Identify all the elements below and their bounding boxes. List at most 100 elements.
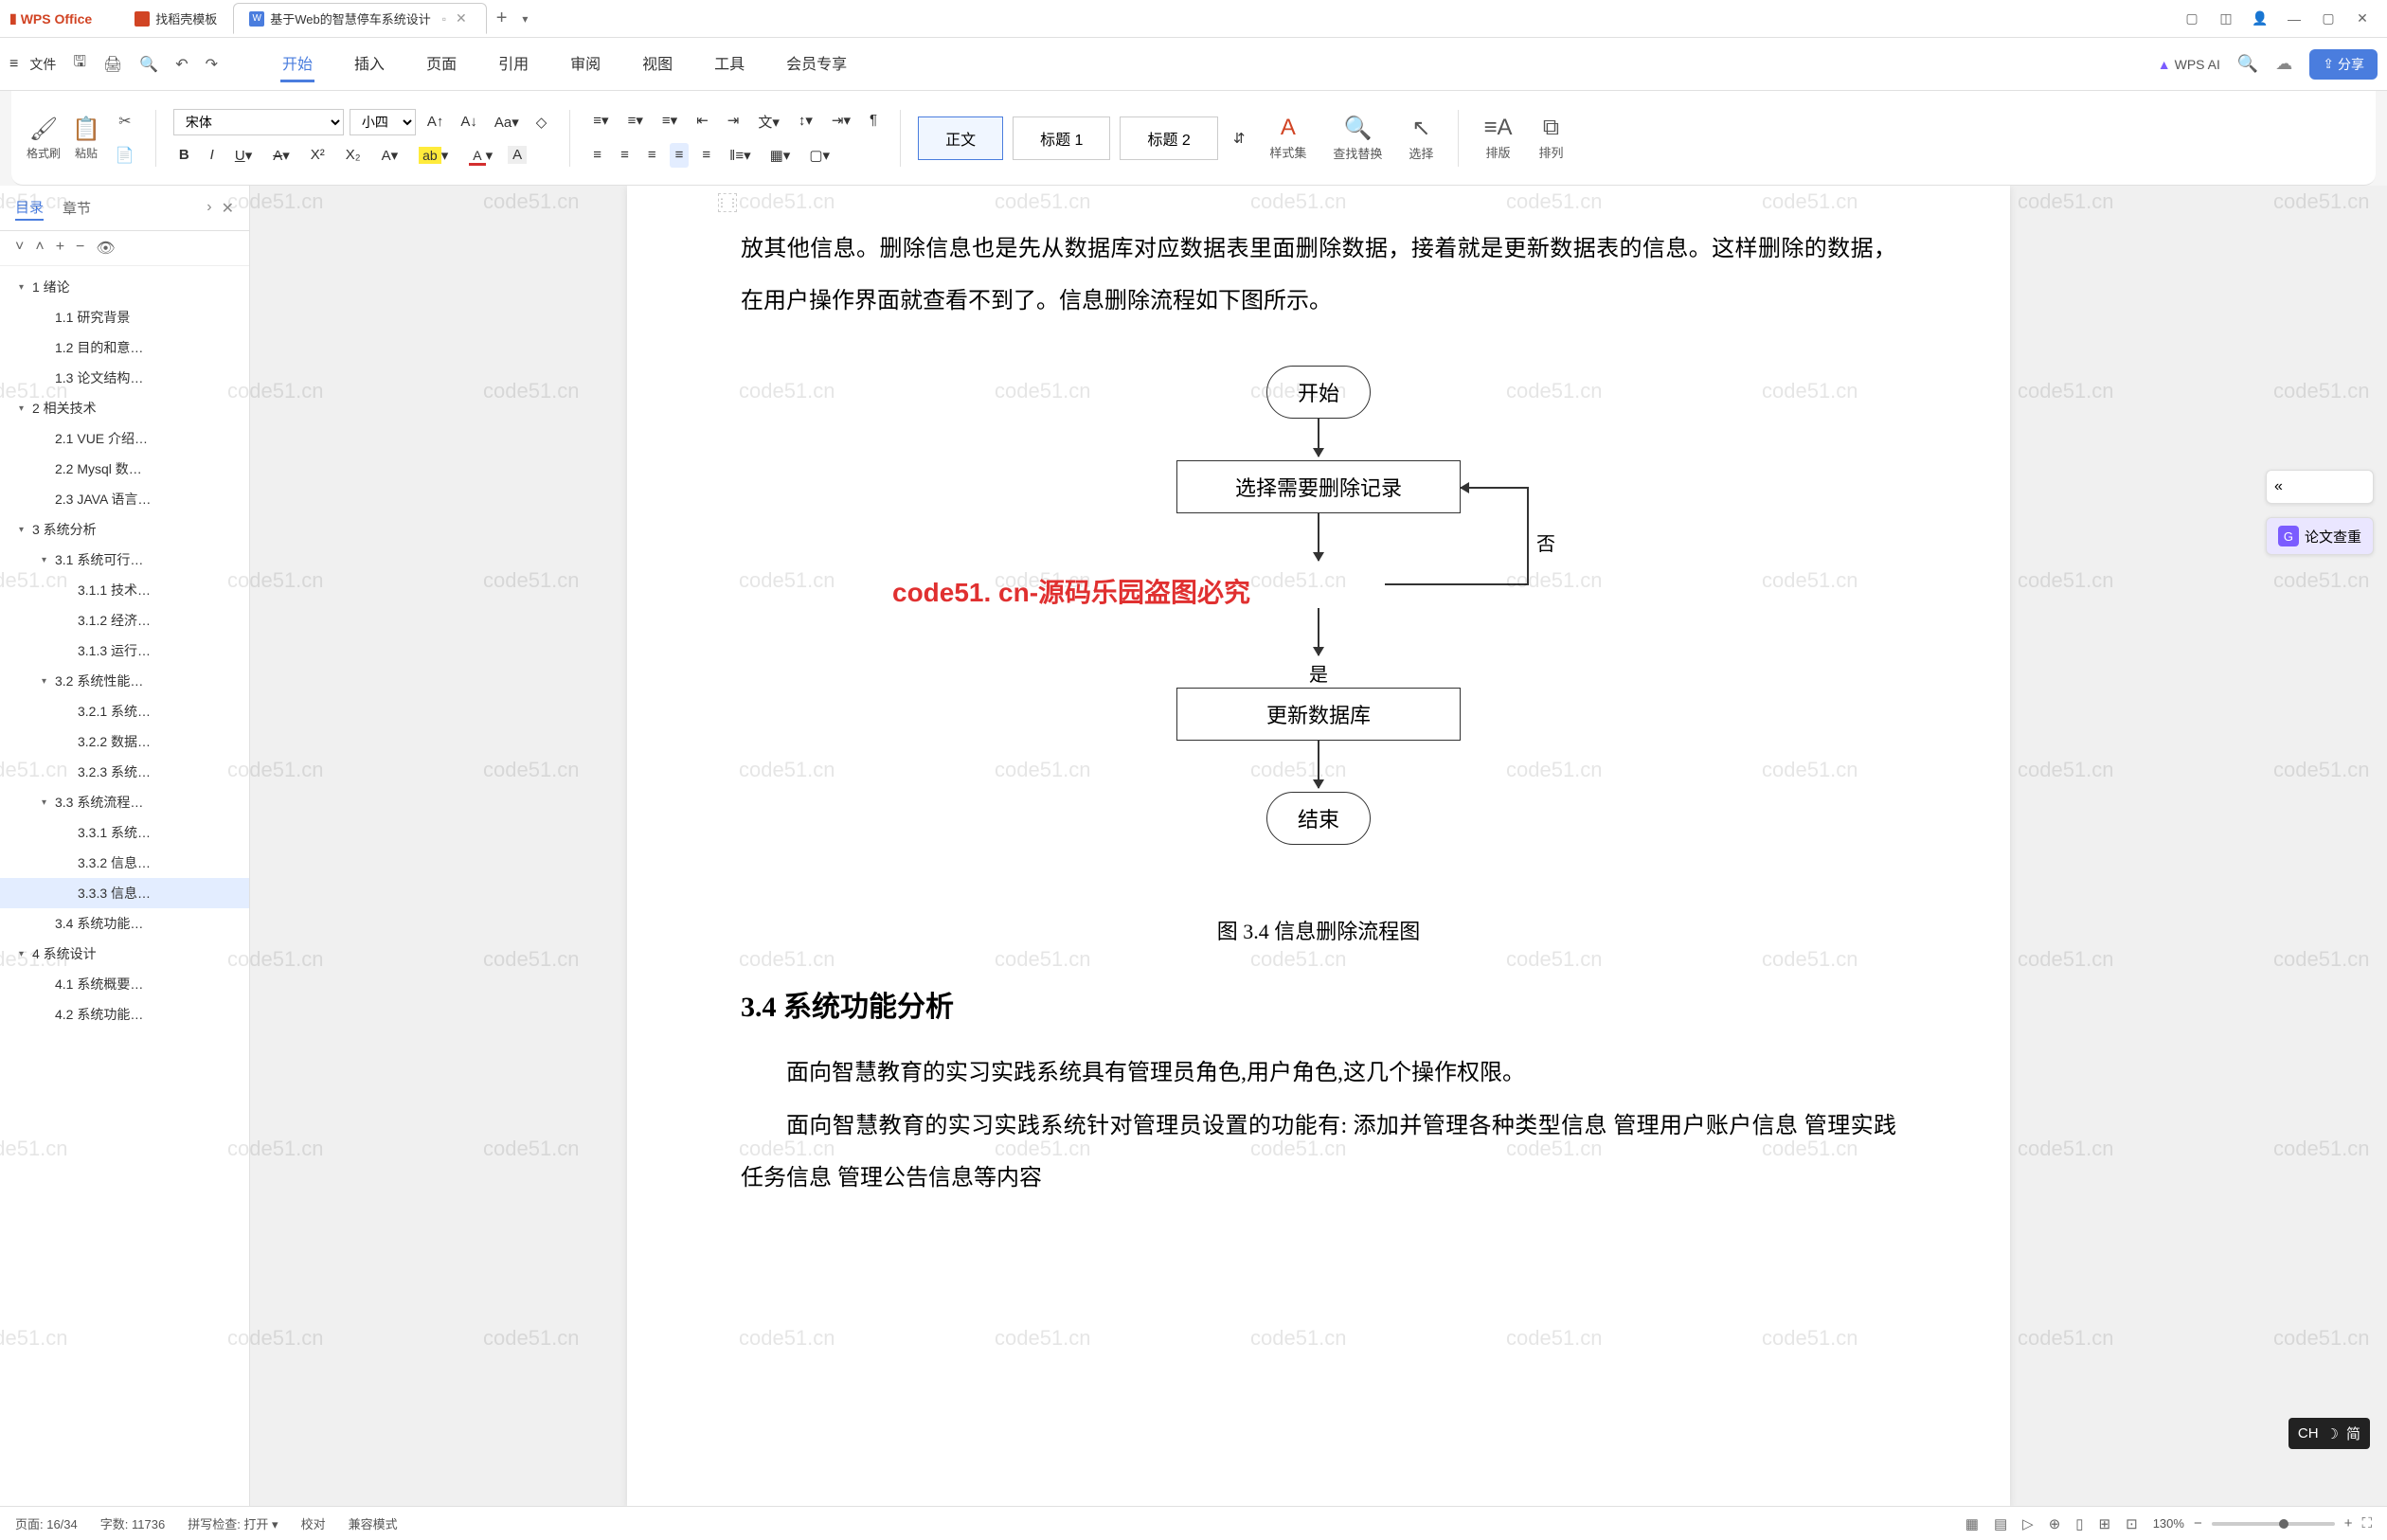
chevron-down-icon[interactable]: ▾ — [19, 403, 32, 414]
tab-member[interactable]: 会员专享 — [784, 45, 849, 82]
chevron-down-icon[interactable]: ▾ — [42, 797, 55, 808]
format-painter-group[interactable]: 🖌 格式刷 — [27, 116, 61, 161]
style-heading2[interactable]: 标题 2 — [1120, 116, 1217, 160]
chevron-down-icon[interactable]: ▾ — [19, 949, 32, 959]
line-spacing-icon[interactable]: ‖≡▾ — [724, 143, 756, 168]
ime-indicator[interactable]: CH ☽ 简 — [2288, 1418, 2370, 1449]
maximize-icon[interactable]: ▢ — [2319, 9, 2338, 28]
outline-item[interactable]: 3.4 系统功能… — [0, 908, 249, 939]
search-icon[interactable]: 🔍 — [2237, 54, 2258, 74]
view-web-icon[interactable]: ▷ — [2022, 1515, 2034, 1532]
add-icon[interactable]: + — [56, 239, 64, 258]
outline-item[interactable]: 3.3.2 信息… — [0, 848, 249, 878]
chevron-down-icon[interactable]: ▾ — [42, 676, 55, 687]
tab-insert[interactable]: 插入 — [352, 45, 386, 82]
shading-para-icon[interactable]: ▦▾ — [764, 143, 797, 168]
tab-document[interactable]: W 基于Web的智慧停车系统设计 ▫ ✕ — [233, 3, 487, 34]
app-logo[interactable]: ▮ WPS Office — [9, 10, 92, 27]
layout-group[interactable]: ≡A 排版 — [1476, 115, 1519, 161]
align-center-icon[interactable]: ≡ — [615, 143, 635, 168]
tab-page[interactable]: 页面 — [424, 45, 458, 82]
app-menu-icon[interactable]: ▢ — [2182, 9, 2201, 28]
fit-icon[interactable]: ⊡ — [2126, 1515, 2138, 1532]
outline-item[interactable]: 1.2 目的和意… — [0, 332, 249, 363]
tab-template[interactable]: 找稻壳模板 — [118, 3, 233, 34]
outline-item[interactable]: ▾2 相关技术 — [0, 393, 249, 423]
arrange-group[interactable]: ⧉ 排列 — [1531, 115, 1570, 161]
superscript-button[interactable]: X² — [305, 143, 331, 167]
sidebar-tab-chapter[interactable]: 章节 — [63, 196, 91, 220]
new-tab-button[interactable]: + — [487, 8, 517, 29]
style-heading1[interactable]: 标题 1 — [1013, 116, 1110, 160]
status-words[interactable]: 字数: 11736 — [100, 1514, 165, 1532]
align-left-icon[interactable]: ≡ — [587, 143, 607, 168]
subscript-button[interactable]: X₂ — [340, 143, 367, 167]
chevron-down-icon[interactable]: ▾ — [19, 282, 32, 293]
copy-icon[interactable]: 📄 — [112, 142, 138, 169]
tab-tools[interactable]: 工具 — [712, 45, 746, 82]
chevron-down-icon[interactable]: ▾ — [42, 555, 55, 565]
preview-icon[interactable]: 🔍 — [134, 51, 164, 78]
status-spellcheck[interactable]: 拼写检查: 打开 ▾ — [188, 1514, 278, 1532]
align-justify-icon[interactable]: ≡ — [670, 143, 690, 168]
undo-icon[interactable]: ↶ — [170, 51, 193, 78]
view-print-icon[interactable]: ▦ — [1965, 1515, 1979, 1532]
wps-ai-button[interactable]: ▲ WPS AI — [2158, 57, 2220, 72]
chevron-right-icon[interactable]: › — [206, 199, 211, 218]
sort-icon[interactable]: ↕▾ — [793, 108, 818, 135]
window-close-icon[interactable]: ✕ — [2353, 9, 2372, 28]
highlight-button[interactable]: ab▾ — [413, 143, 454, 168]
zoom-in-icon[interactable]: + — [2344, 1515, 2353, 1531]
number-list-icon[interactable]: ≡▾ — [622, 108, 649, 135]
font-color-button[interactable]: A▾ — [463, 143, 498, 168]
outline-item[interactable]: 3.2.1 系统… — [0, 696, 249, 726]
zoom-slider[interactable] — [2212, 1522, 2335, 1526]
print-icon[interactable]: 🖨 — [98, 51, 128, 78]
outline-item[interactable]: 1.1 研究背景 — [0, 302, 249, 332]
status-proof[interactable]: 校对 — [301, 1514, 326, 1532]
close-icon[interactable]: ✕ — [452, 10, 471, 27]
clear-format-icon[interactable]: ◇ — [530, 110, 553, 134]
zoom-thumb[interactable] — [2279, 1519, 2288, 1529]
outline-item[interactable]: 3.3.1 系统… — [0, 817, 249, 848]
status-page[interactable]: 页面: 16/34 — [15, 1514, 78, 1532]
grow-font-icon[interactable]: A↑ — [422, 110, 450, 134]
bullet-list-icon[interactable]: ≡▾ — [587, 108, 614, 135]
tab-home[interactable]: 开始 — [280, 45, 314, 82]
file-menu[interactable]: 文件 — [24, 51, 62, 78]
avatar-icon[interactable]: 👤 — [2251, 9, 2270, 28]
find-replace-group[interactable]: 🔍 查找替换 — [1325, 115, 1390, 162]
text-effect-icon[interactable]: A▾ — [376, 143, 404, 168]
style-body[interactable]: 正文 — [918, 116, 1003, 160]
save-icon[interactable]: 🖫 — [67, 47, 92, 81]
outline-item[interactable]: 2.2 Mysql 数… — [0, 454, 249, 484]
outline-item[interactable]: 3.1.1 技术… — [0, 575, 249, 605]
outline-item[interactable]: ▾3.2 系统性能… — [0, 666, 249, 696]
outline-item[interactable]: ▾3 系统分析 — [0, 514, 249, 545]
bold-button[interactable]: B — [173, 143, 195, 167]
outline-item[interactable]: ▾3.1 系统可行… — [0, 545, 249, 575]
align-right-icon[interactable]: ≡ — [642, 143, 662, 168]
font-size-select[interactable]: 小四 — [350, 109, 416, 135]
outline-item[interactable]: ▾1 绪论 — [0, 272, 249, 302]
zoom-value[interactable]: 130% — [2153, 1516, 2184, 1531]
tab-dropdown-icon[interactable]: ▾ — [516, 12, 533, 26]
thesis-check-button[interactable]: G 论文查重 — [2266, 517, 2374, 555]
align-distribute-icon[interactable]: ≡ — [696, 143, 716, 168]
change-case-icon[interactable]: Aa▾ — [489, 110, 525, 134]
remove-icon[interactable]: − — [76, 239, 84, 258]
font-family-select[interactable]: 宋体 — [173, 109, 344, 135]
expand-icon[interactable]: ˄ — [35, 239, 44, 258]
paste-group[interactable]: 📋 粘贴 — [72, 116, 100, 161]
tab-icon[interactable]: ⇥▾ — [826, 108, 856, 135]
sidebar-tab-toc[interactable]: 目录 — [15, 195, 44, 221]
styleset-group[interactable]: A 样式集 — [1262, 115, 1314, 161]
drag-handle-icon[interactable]: ⋮⋮ — [718, 193, 737, 212]
outline-item[interactable]: 3.3.3 信息… — [0, 878, 249, 908]
page-icon[interactable]: ▯ — [2075, 1515, 2083, 1532]
cloud-icon[interactable]: ☁ — [2275, 54, 2292, 74]
globe-icon[interactable]: ⊕ — [2049, 1515, 2061, 1532]
zoom-out-icon[interactable]: − — [2194, 1515, 2202, 1531]
collapse-icon[interactable]: ˅ — [15, 239, 24, 258]
outline-item[interactable]: 3.1.3 运行… — [0, 636, 249, 666]
